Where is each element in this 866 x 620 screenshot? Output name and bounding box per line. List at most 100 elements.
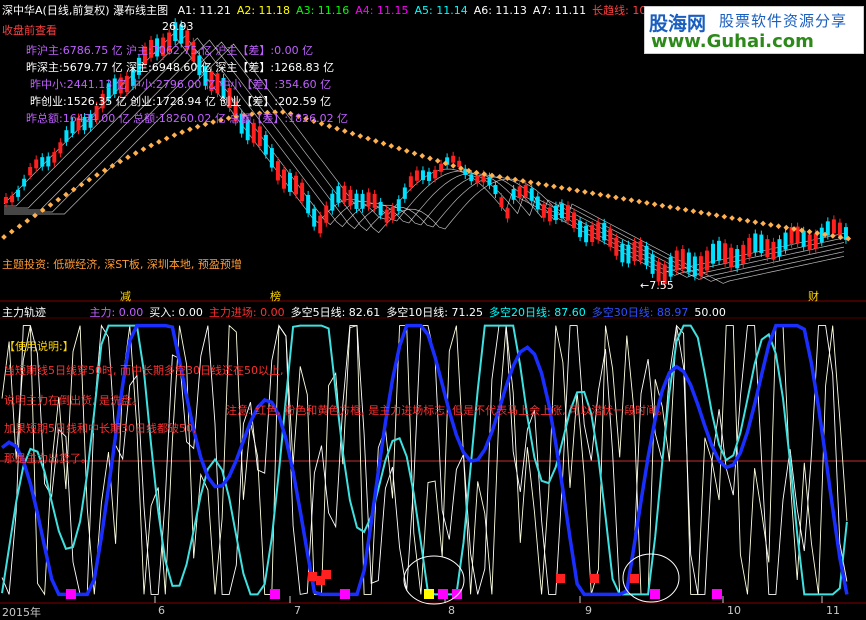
candle-body: [300, 182, 305, 202]
indicator-panel-title[interactable]: 主力轨迹: [2, 306, 46, 319]
bottom-indicator: 多空5日线: 82.61: [290, 306, 381, 319]
long-trend-dot: [543, 182, 550, 188]
candle-body: [572, 212, 577, 229]
candle-body: [602, 222, 607, 241]
candle-body: [735, 249, 740, 269]
long-trend-dot: [55, 196, 62, 203]
candle-body: [330, 193, 335, 211]
long-trend-dot: [16, 223, 23, 230]
long-trend-dot: [427, 155, 433, 162]
candle-body: [517, 186, 522, 198]
long-trend-dot: [698, 209, 704, 216]
long-trend-dot: [829, 233, 836, 239]
explain-line: 加果短期5日线和中长期30日线都破50,: [4, 422, 197, 435]
long-trend-dot: [396, 145, 402, 152]
candle-body: [644, 245, 649, 266]
long-trend-dot: [357, 133, 364, 139]
candle-body: [263, 134, 268, 155]
watermark-logo: 股海网 股票软件资源分享 www.Guhai.com: [644, 6, 864, 54]
candle-body: [28, 167, 33, 176]
candle-body: [275, 161, 280, 181]
candle-body: [741, 244, 746, 264]
long-trend-dot: [690, 208, 697, 214]
candle-body: [408, 176, 413, 188]
candle-body: [559, 203, 564, 219]
long-trend-dot: [341, 128, 348, 134]
candle-body: [783, 232, 788, 250]
candle-body: [565, 205, 570, 221]
candle-body: [638, 241, 643, 261]
candle-body: [354, 193, 359, 209]
long-trend-dot: [473, 169, 480, 176]
candle-body: [414, 170, 419, 181]
long-trend-dot: [8, 228, 15, 235]
candle-body: [348, 189, 353, 206]
long-trend-dot: [24, 217, 31, 224]
explain-line: 当短期线5日线穿50时, 而中长期多空30日线还在50以上,: [4, 364, 284, 377]
candle-body: [312, 208, 317, 227]
entry-marker: [424, 589, 434, 599]
event-marker-reduce[interactable]: 减: [120, 288, 131, 304]
long-trend-dot: [744, 217, 751, 224]
long-trend-dot: [349, 130, 356, 137]
long-trend-dot: [527, 179, 534, 186]
top-indicator: A1: 11.21: [177, 4, 231, 17]
candle-body: [4, 197, 8, 203]
candle-body: [692, 256, 697, 277]
long-trend-dot: [605, 193, 611, 199]
long-trend-dot: [504, 175, 511, 182]
candle-body: [686, 252, 691, 273]
long-trend-dot: [419, 153, 426, 159]
long-trend-dot: [675, 205, 681, 212]
candle-body: [324, 205, 329, 223]
bottom-indicator: 主力进场: 0.00: [208, 306, 285, 319]
long-trend-dot: [403, 148, 410, 154]
long-trend-dot: [806, 228, 813, 235]
x-axis-label: 6: [158, 604, 165, 617]
long-trend-dot: [706, 211, 712, 217]
long-trend-dot: [659, 202, 666, 209]
entry-marker: [66, 589, 76, 599]
candle-body: [439, 163, 444, 172]
long-trend-dot: [156, 138, 162, 145]
arrow-left-icon: ←: [640, 279, 650, 292]
long-trend-dot: [558, 184, 565, 191]
candle-body: [837, 222, 842, 236]
event-marker-ranking[interactable]: 榜: [270, 288, 281, 304]
entry-marker-red: [308, 572, 317, 581]
long-trend-dot: [566, 186, 573, 193]
entry-marker: [270, 589, 280, 599]
top-indicator: A3: 11.16: [296, 4, 350, 17]
event-marker-finance[interactable]: 财: [808, 288, 819, 304]
candle-body: [463, 168, 468, 175]
long-trend-dot: [365, 135, 371, 142]
bottom-header: 主力轨迹 主力: 0.00 买入: 0.00 主力进场: 0.00 多空5日线: 82…: [2, 304, 738, 320]
long-trend-dot: [163, 135, 170, 142]
long-trend-dot: [636, 198, 642, 205]
long-trend-dot: [388, 143, 395, 149]
x-axis-label: 2015年: [2, 606, 41, 619]
price-low-label: ←7.55: [640, 279, 674, 292]
candle-body: [384, 209, 389, 223]
candle-body: [451, 155, 456, 163]
candle-body: [257, 126, 262, 147]
long-trend-dot: [613, 194, 619, 201]
candle-body: [469, 174, 474, 182]
logo-url: www.Guhai.com: [651, 31, 814, 52]
top-indicator: A6: 11.13: [473, 4, 527, 17]
candle-body: [753, 233, 758, 253]
candle-body: [360, 193, 365, 209]
long-trend-dot: [125, 154, 131, 161]
entry-marker: [340, 589, 350, 599]
candle-body: [10, 195, 15, 203]
entry-marker-red: [556, 574, 565, 583]
long-trend-dot: [1, 234, 7, 240]
candle-body: [46, 156, 51, 167]
theme-text: 主题投资: 低碳经济, 深ST板, 深圳本地, 预盈预增: [2, 258, 242, 271]
close-review-link[interactable]: 收盘前查看: [2, 22, 57, 38]
candle-body: [64, 130, 69, 142]
candle-body: [547, 207, 552, 222]
chart-title[interactable]: 深中华A(日线,前复权) 瀑布线主图: [2, 4, 168, 17]
long-trend-dot: [70, 186, 77, 193]
candle-body: [747, 237, 752, 257]
